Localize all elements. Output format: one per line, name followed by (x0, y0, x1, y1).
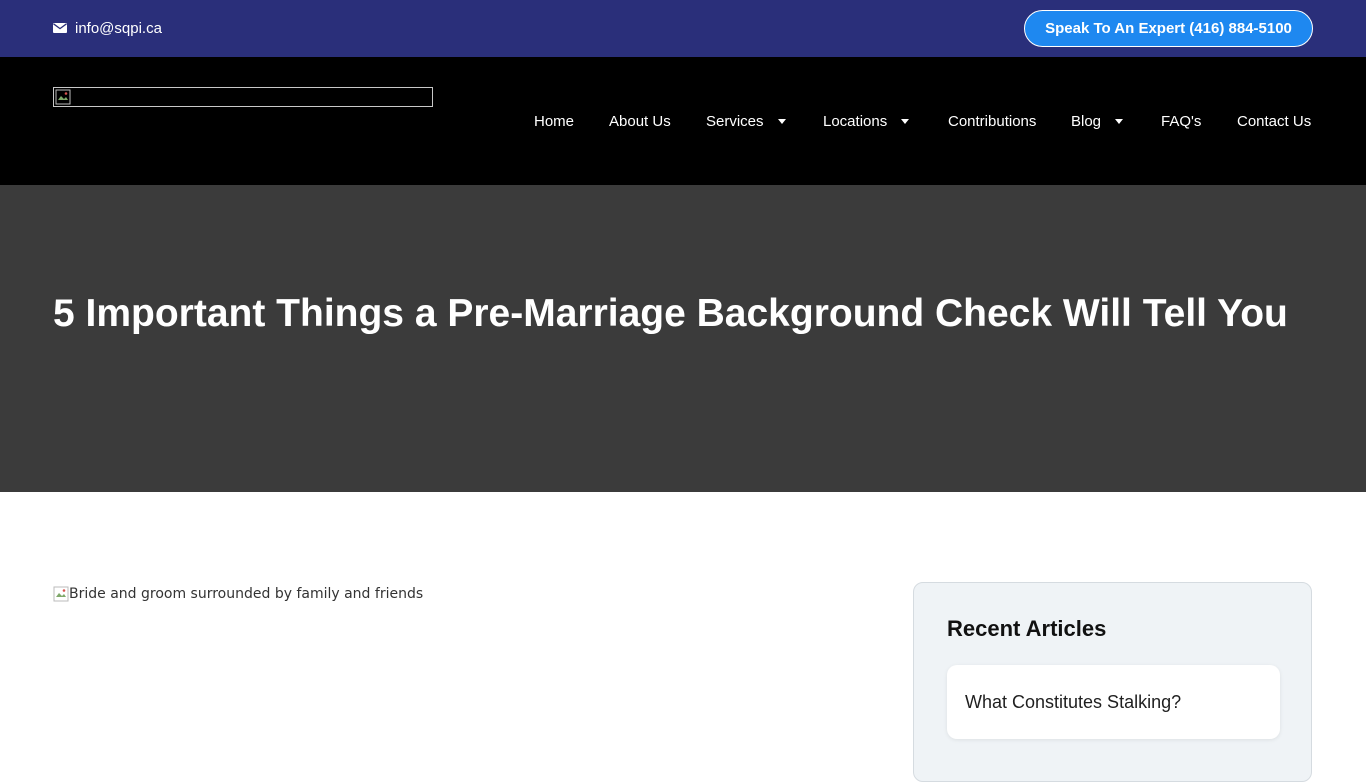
caret-down-icon (1115, 118, 1124, 124)
nav-item-label: About Us (609, 112, 671, 130)
caret-down-icon (901, 118, 910, 124)
nav-item-contact-us[interactable]: Contact Us (1237, 111, 1311, 131)
caret-down-icon (777, 118, 786, 124)
nav-item-label: Blog (1071, 112, 1102, 130)
nav-item-label: Locations (823, 112, 888, 130)
nav-item-home[interactable]: Home (534, 111, 574, 131)
nav-item-label: Services (706, 112, 764, 130)
nav-item-label: Contributions (948, 112, 1037, 130)
nav-item-label: Contact Us (1237, 112, 1312, 130)
speak-to-expert-button[interactable]: Speak To An Expert (416) 884-5100 (1024, 10, 1313, 47)
email-link[interactable]: info@sqpi.ca (53, 18, 162, 38)
image-alt-text: Bride and groom surrounded by family and… (69, 586, 424, 602)
broken-image-icon (55, 89, 71, 105)
email-text: info@sqpi.ca (75, 19, 162, 37)
recent-article-title: What Constitutes Stalking? (965, 691, 1182, 712)
recent-articles-sidebar: Recent Articles What Constitutes Stalkin… (913, 582, 1312, 782)
nav-item-faqs[interactable]: FAQ's (1161, 111, 1201, 131)
recent-article-link[interactable]: What Constitutes Stalking? (947, 665, 1280, 739)
nav-item-services[interactable]: Services (706, 111, 786, 131)
sidebar-heading: Recent Articles (947, 616, 1107, 641)
nav-item-contributions[interactable]: Contributions (948, 111, 1036, 131)
page-hero: 5 Important Things a Pre-Marriage Backgr… (0, 185, 1366, 492)
broken-image-icon (53, 586, 69, 602)
nav-item-label: Home (534, 112, 575, 130)
nav-item-label: FAQ's (1161, 112, 1202, 130)
article-featured-image: Bride and groom surrounded by family and… (53, 584, 423, 604)
top-bar: info@sqpi.ca Speak To An Expert (416) 88… (0, 0, 1366, 57)
nav-item-about-us[interactable]: About Us (609, 111, 671, 131)
page-title: 5 Important Things a Pre-Marriage Backgr… (53, 292, 1288, 335)
envelope-icon (53, 23, 67, 33)
main-navigation: Home About Us Services Locations Contrib… (0, 57, 1366, 185)
site-logo[interactable] (53, 87, 433, 107)
nav-item-locations[interactable]: Locations (823, 111, 910, 131)
nav-item-blog[interactable]: Blog (1071, 111, 1124, 131)
